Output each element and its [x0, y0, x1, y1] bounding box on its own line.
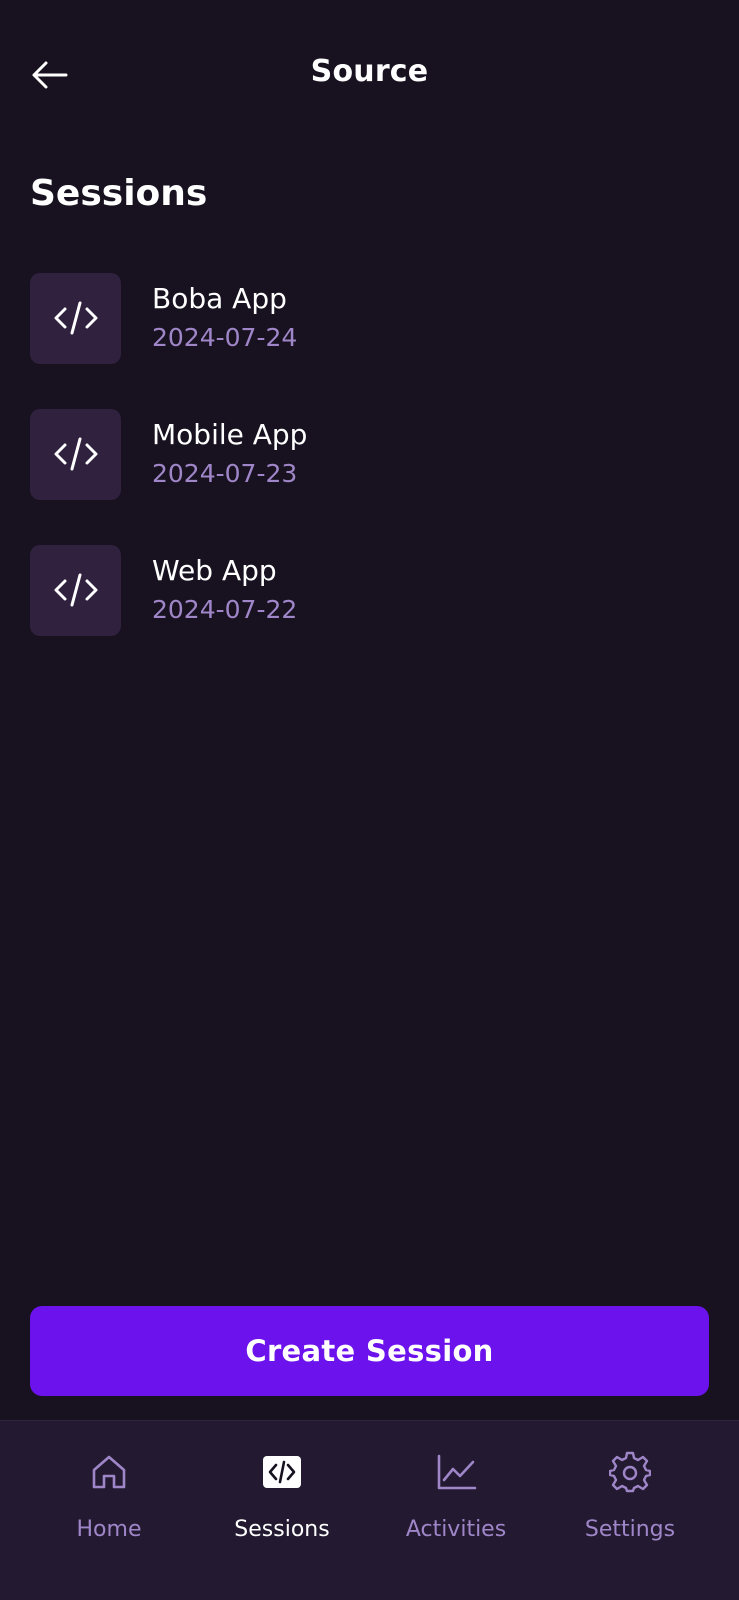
session-date: 2024-07-24 [152, 323, 298, 352]
session-icon-tile [30, 408, 121, 500]
nav-item-sessions[interactable]: Sessions [197, 1449, 367, 1542]
gear-icon [607, 1449, 653, 1495]
nav-label-sessions: Sessions [234, 1517, 330, 1542]
home-icon [86, 1449, 132, 1495]
session-text: Web App 2024-07-22 [152, 554, 297, 626]
bottom-navigation: Home Sessions Activities Settings [0, 1420, 739, 1600]
code-icon [259, 1449, 305, 1495]
session-text: Mobile App 2024-07-23 [152, 418, 307, 490]
session-item-boba-app[interactable]: Boba App 2024-07-24 [30, 272, 710, 364]
chart-icon [433, 1449, 479, 1495]
code-icon [54, 573, 97, 607]
code-icon [54, 437, 97, 471]
session-icon-tile [30, 544, 121, 636]
nav-label-settings: Settings [584, 1517, 676, 1542]
session-name: Mobile App [152, 418, 308, 451]
session-item-web-app[interactable]: Web App 2024-07-22 [30, 544, 710, 636]
nav-item-settings[interactable]: Settings [545, 1449, 715, 1542]
session-text: Boba App 2024-07-24 [152, 282, 297, 354]
session-item-mobile-app[interactable]: Mobile App 2024-07-23 [30, 408, 710, 500]
session-date: 2024-07-22 [152, 595, 298, 624]
code-icon [54, 301, 97, 335]
session-icon-tile [30, 272, 121, 364]
app-screen: Source Sessions Boba App 2024-07-24 Mobi… [0, 0, 739, 1600]
session-date: 2024-07-23 [152, 459, 298, 488]
session-list: Boba App 2024-07-24 Mobile App 2024-07-2… [30, 272, 710, 680]
nav-label-home: Home [76, 1517, 142, 1542]
session-name: Boba App [152, 282, 287, 315]
sessions-heading: Sessions [30, 173, 208, 214]
nav-item-home[interactable]: Home [24, 1449, 194, 1542]
create-session-button[interactable]: Create Session [30, 1306, 709, 1396]
page-title: Source [310, 54, 429, 89]
session-name: Web App [152, 554, 277, 587]
top-bar: Source [0, 38, 739, 108]
nav-label-activities: Activities [405, 1517, 507, 1542]
nav-item-activities[interactable]: Activities [371, 1449, 541, 1542]
